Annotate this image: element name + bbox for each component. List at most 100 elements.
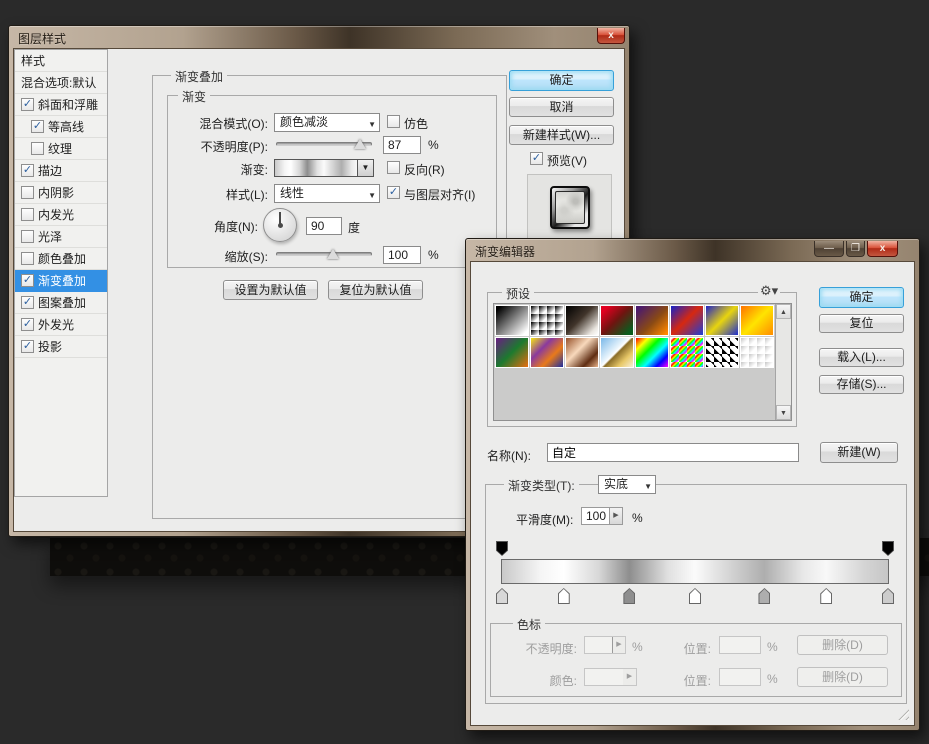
effect-checkbox[interactable] [21, 186, 34, 199]
scale-value-field[interactable]: 100 [383, 246, 421, 264]
gradient-preset-transparent-stripes[interactable] [705, 337, 739, 368]
reset-button[interactable]: 复位 [819, 314, 904, 333]
color-stop[interactable] [758, 588, 770, 604]
chevron-down-icon[interactable]: ▼ [357, 160, 373, 176]
effect-checkbox[interactable]: ✓ [21, 318, 34, 331]
cancel-button[interactable]: 取消 [509, 97, 614, 117]
effect-checkbox[interactable] [31, 142, 44, 155]
style-list-item[interactable]: ✓渐变叠加 [15, 270, 107, 292]
style-list-item[interactable]: ✓等高线 [15, 116, 107, 138]
effect-checkbox[interactable]: ✓ [21, 164, 34, 177]
dither-checkbox[interactable] [387, 115, 400, 128]
gradient-preset-blue-yellow-blue[interactable] [705, 305, 739, 336]
style-select[interactable]: 线性 ▼ [274, 184, 380, 203]
style-list-item[interactable]: ✓描边 [15, 160, 107, 182]
scale-slider-thumb[interactable] [327, 249, 339, 259]
set-default-button[interactable]: 设置为默认值 [223, 280, 318, 300]
opacity-stop[interactable] [496, 541, 508, 556]
resize-grip[interactable] [898, 709, 909, 720]
spinner-arrow-icon[interactable]: ▶ [609, 508, 622, 524]
align-checkbox[interactable]: ✓ [387, 186, 400, 199]
preview-checkbox[interactable]: ✓ [530, 152, 543, 165]
effect-checkbox[interactable] [21, 208, 34, 221]
gradient-preset-copper[interactable] [565, 337, 599, 368]
opacity-slider[interactable] [276, 142, 372, 146]
gradient-preset-chrome[interactable] [600, 337, 634, 368]
gradient-preset-fg-to-bg[interactable] [495, 305, 529, 336]
gradient-preset-yellow-violet-orange-blue[interactable] [530, 337, 564, 368]
gradient-preview[interactable]: ▼ [274, 159, 374, 177]
gradient-preset-transparent-rainbow[interactable] [670, 337, 704, 368]
color-stop[interactable] [689, 588, 701, 604]
style-list-item[interactable]: 内发光 [15, 204, 107, 226]
gradient-preset-blue-red-blue[interactable] [670, 305, 704, 336]
group-title: 渐变叠加 [171, 68, 227, 85]
gradient-preset-violet-green-orange[interactable] [495, 337, 529, 368]
gradient-editor-titlebar[interactable]: 渐变编辑器 — ❐ x [466, 239, 919, 261]
ok-button[interactable]: 确定 [819, 287, 904, 308]
gradient-type-select[interactable]: 实底 ▼ [598, 475, 656, 494]
stop-opacity-spinner: ▶ [584, 636, 626, 654]
angle-unit: 度 [348, 219, 360, 236]
style-list-item[interactable]: 内阴影 [15, 182, 107, 204]
angle-value-field[interactable]: 90 [306, 217, 342, 235]
effect-checkbox[interactable]: ✓ [21, 340, 34, 353]
color-stop[interactable] [496, 588, 508, 604]
gradient-preset-fg-to-transparent[interactable] [530, 305, 564, 336]
smoothness-spinner[interactable]: 100 ▶ [581, 507, 623, 525]
style-list-item[interactable]: ✓投影 [15, 336, 107, 358]
angle-dial[interactable] [263, 208, 297, 242]
gradient-preset-violet-orange[interactable] [635, 305, 669, 336]
new-gradient-button[interactable]: 新建(W) [820, 442, 898, 463]
gradient-preset-neutral-density[interactable] [740, 337, 774, 368]
effect-checkbox[interactable] [21, 252, 34, 265]
presets-scrollbar[interactable]: ▲ ▼ [775, 304, 791, 420]
reverse-checkbox[interactable] [387, 161, 400, 174]
style-list-item[interactable]: 混合选项:默认 [15, 72, 107, 94]
load-button[interactable]: 载入(L)... [819, 348, 904, 367]
color-stop[interactable] [882, 588, 894, 604]
scroll-up-icon[interactable]: ▲ [776, 304, 791, 319]
style-list-item[interactable]: 颜色叠加 [15, 248, 107, 270]
gradient-preset-red-green[interactable] [600, 305, 634, 336]
minimize-icon[interactable]: — [814, 241, 844, 257]
scale-slider[interactable] [276, 252, 372, 256]
gradient-preset-orange-yellow-orange[interactable] [740, 305, 774, 336]
gradient-overlay-group: 渐变叠加 渐变 混合模式(O): 颜色减淡 ▼ 仿色 不透明度(P): [152, 75, 507, 519]
presets-group: 预设 ⚙▾ ▲ ▼ [487, 292, 797, 427]
opacity-value-field[interactable]: 87 [383, 136, 421, 154]
effect-checkbox[interactable]: ✓ [31, 120, 44, 133]
style-list-item[interactable]: 光泽 [15, 226, 107, 248]
save-button[interactable]: 存储(S)... [819, 375, 904, 394]
gradient-bar[interactable] [501, 559, 889, 584]
effect-checkbox[interactable] [21, 230, 34, 243]
style-list-item[interactable]: ✓外发光 [15, 314, 107, 336]
close-icon[interactable]: x [867, 241, 898, 257]
new-style-button[interactable]: 新建样式(W)... [509, 125, 614, 145]
opacity-slider-thumb[interactable] [354, 139, 366, 149]
style-list-item[interactable]: ✓斜面和浮雕 [15, 94, 107, 116]
style-list-item[interactable]: 纹理 [15, 138, 107, 160]
reset-default-button[interactable]: 复位为默认值 [328, 280, 423, 300]
effect-checkbox[interactable]: ✓ [21, 296, 34, 309]
blend-mode-select[interactable]: 颜色减淡 ▼ [274, 113, 380, 132]
color-stop[interactable] [623, 588, 635, 604]
ok-button[interactable]: 确定 [509, 70, 614, 91]
presets-well: ▲ ▼ [493, 303, 792, 421]
maximize-icon[interactable]: ❐ [846, 241, 865, 257]
scroll-down-icon[interactable]: ▼ [776, 405, 791, 420]
style-list-item[interactable]: ✓ 图案叠加 [15, 292, 107, 314]
effect-checkbox[interactable]: ✓ [21, 274, 34, 287]
gradient-preset-black-white[interactable] [565, 305, 599, 336]
gradient-preset-spectrum[interactable] [635, 337, 669, 368]
effect-checkbox[interactable]: ✓ [21, 98, 34, 111]
gear-icon[interactable]: ⚙▾ [758, 283, 780, 299]
close-icon[interactable]: x [597, 28, 625, 44]
name-input[interactable] [547, 443, 799, 462]
style-list-item[interactable]: 样式 [15, 50, 107, 72]
opacity-stop[interactable] [882, 541, 894, 556]
color-stop[interactable] [820, 588, 832, 604]
layer-style-titlebar[interactable]: 图层样式 x [9, 26, 629, 48]
color-stop[interactable] [558, 588, 570, 604]
style-list-label: 图案叠加 [38, 296, 86, 310]
